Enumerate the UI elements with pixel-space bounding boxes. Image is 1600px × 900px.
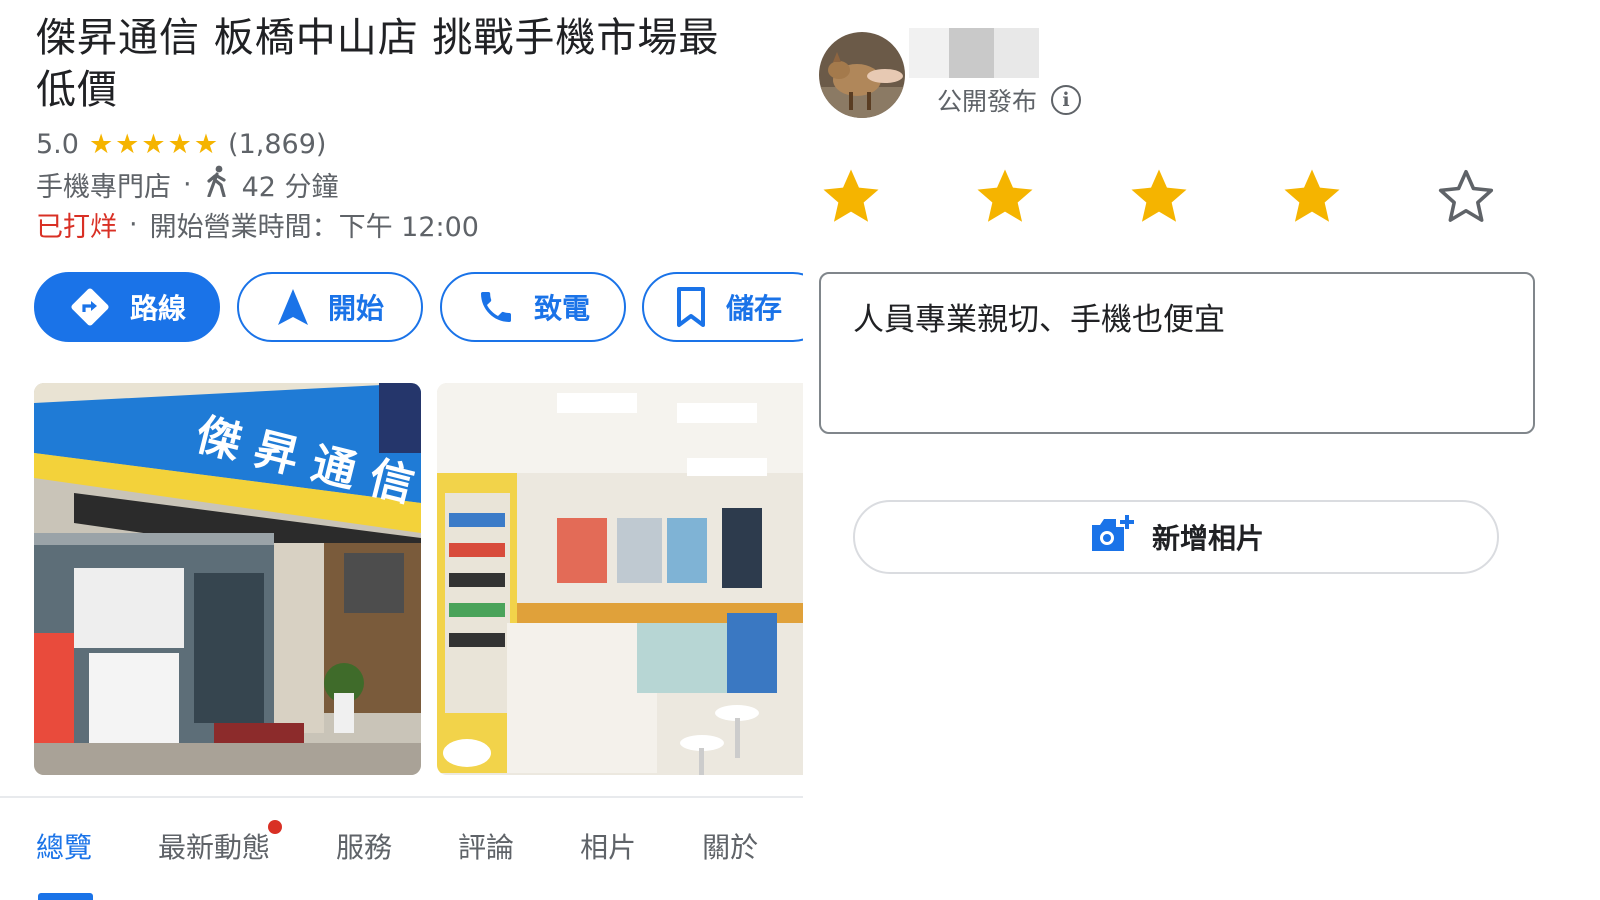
bookmark-icon [674, 286, 708, 328]
directions-button[interactable]: 路線 [34, 272, 220, 342]
review-count: (1,869) [228, 128, 327, 160]
info-icon[interactable]: i [1051, 85, 1082, 115]
walk-time: 42 分鐘 [241, 171, 339, 203]
tab-updates[interactable]: 最新動態 [158, 820, 283, 866]
storefront-photo[interactable]: 傑 昇 通 信 [34, 383, 421, 775]
rating-star-1[interactable] [818, 164, 884, 230]
place-category: 手機專門店 [36, 171, 171, 203]
rating-star-4[interactable] [1279, 164, 1345, 230]
rating-star-3[interactable] [1126, 164, 1192, 230]
visibility-label: 公開發布 [937, 87, 1038, 116]
write-review-panel: 公開發布 i 人員專業親切、手機也便宜 新增相片 [803, 0, 1600, 900]
add-photo-button[interactable]: 新增相片 [853, 500, 1499, 574]
interior-photo[interactable] [437, 383, 803, 775]
rating-star-5[interactable] [1433, 164, 1499, 230]
star-icon: ★ [167, 128, 192, 160]
tab-updates-label: 最新動態 [158, 831, 271, 864]
section-divider [0, 796, 803, 798]
directions-label: 路線 [129, 292, 186, 325]
save-label: 儲存 [726, 292, 783, 325]
save-button[interactable]: 儲存 [642, 272, 803, 342]
tab-photos[interactable]: 相片 [580, 826, 636, 866]
place-tabs: 總覽 最新動態 服務 評論 相片 關於 [36, 820, 803, 866]
active-tab-indicator [38, 893, 93, 900]
call-button[interactable]: 致電 [440, 272, 626, 342]
notification-dot [268, 820, 283, 834]
navigation-arrow-icon [276, 287, 310, 327]
opening-time: 開始營業時間：下午 12:00 [149, 211, 479, 243]
tab-services[interactable]: 服務 [336, 826, 392, 866]
place-details-panel: 傑昇通信 板橋中山店 挑戰手機市場最低價 5.0 ★ ★ ★ ★ ★ (1,86… [0, 0, 803, 900]
rating-star-2[interactable] [972, 164, 1038, 230]
tab-overview[interactable]: 總覽 [36, 826, 92, 866]
start-label: 開始 [327, 292, 384, 325]
review-text: 人員專業親切、手機也便宜 [853, 302, 1225, 338]
add-photo-label: 新增相片 [1151, 522, 1264, 555]
directions-icon [68, 285, 112, 329]
review-text-field[interactable]: 人員專業親切、手機也便宜 [819, 272, 1535, 434]
tab-reviews[interactable]: 評論 [458, 826, 514, 866]
star-icon: ★ [115, 128, 140, 160]
reviewer-name-redacted [909, 28, 1039, 78]
add-photo-icon [1088, 513, 1134, 562]
avatar [819, 32, 905, 118]
place-title: 傑昇通信 板橋中山店 挑戰手機市場最低價 [36, 15, 720, 113]
call-label: 致電 [533, 292, 590, 325]
rating-stars: ★ ★ ★ ★ ★ [89, 131, 218, 158]
category-row: 手機專門店 · 42 分鐘 [36, 165, 339, 204]
tab-about[interactable]: 關於 [702, 826, 758, 866]
walking-icon [204, 165, 230, 204]
star-icon: ★ [193, 128, 219, 160]
star-icon: ★ [88, 128, 114, 160]
start-navigation-button[interactable]: 開始 [237, 272, 423, 342]
rating-value: 5.0 [36, 128, 79, 160]
visibility-row: 公開發布 i [937, 80, 1082, 120]
hours-row[interactable]: 已打烊 · 開始營業時間：下午 12:00 [36, 206, 479, 243]
rating-row[interactable]: 5.0 ★ ★ ★ ★ ★ (1,869) [36, 126, 326, 162]
open-status: 已打烊 [36, 211, 117, 243]
star-icon: ★ [141, 128, 166, 160]
phone-icon [476, 287, 516, 327]
